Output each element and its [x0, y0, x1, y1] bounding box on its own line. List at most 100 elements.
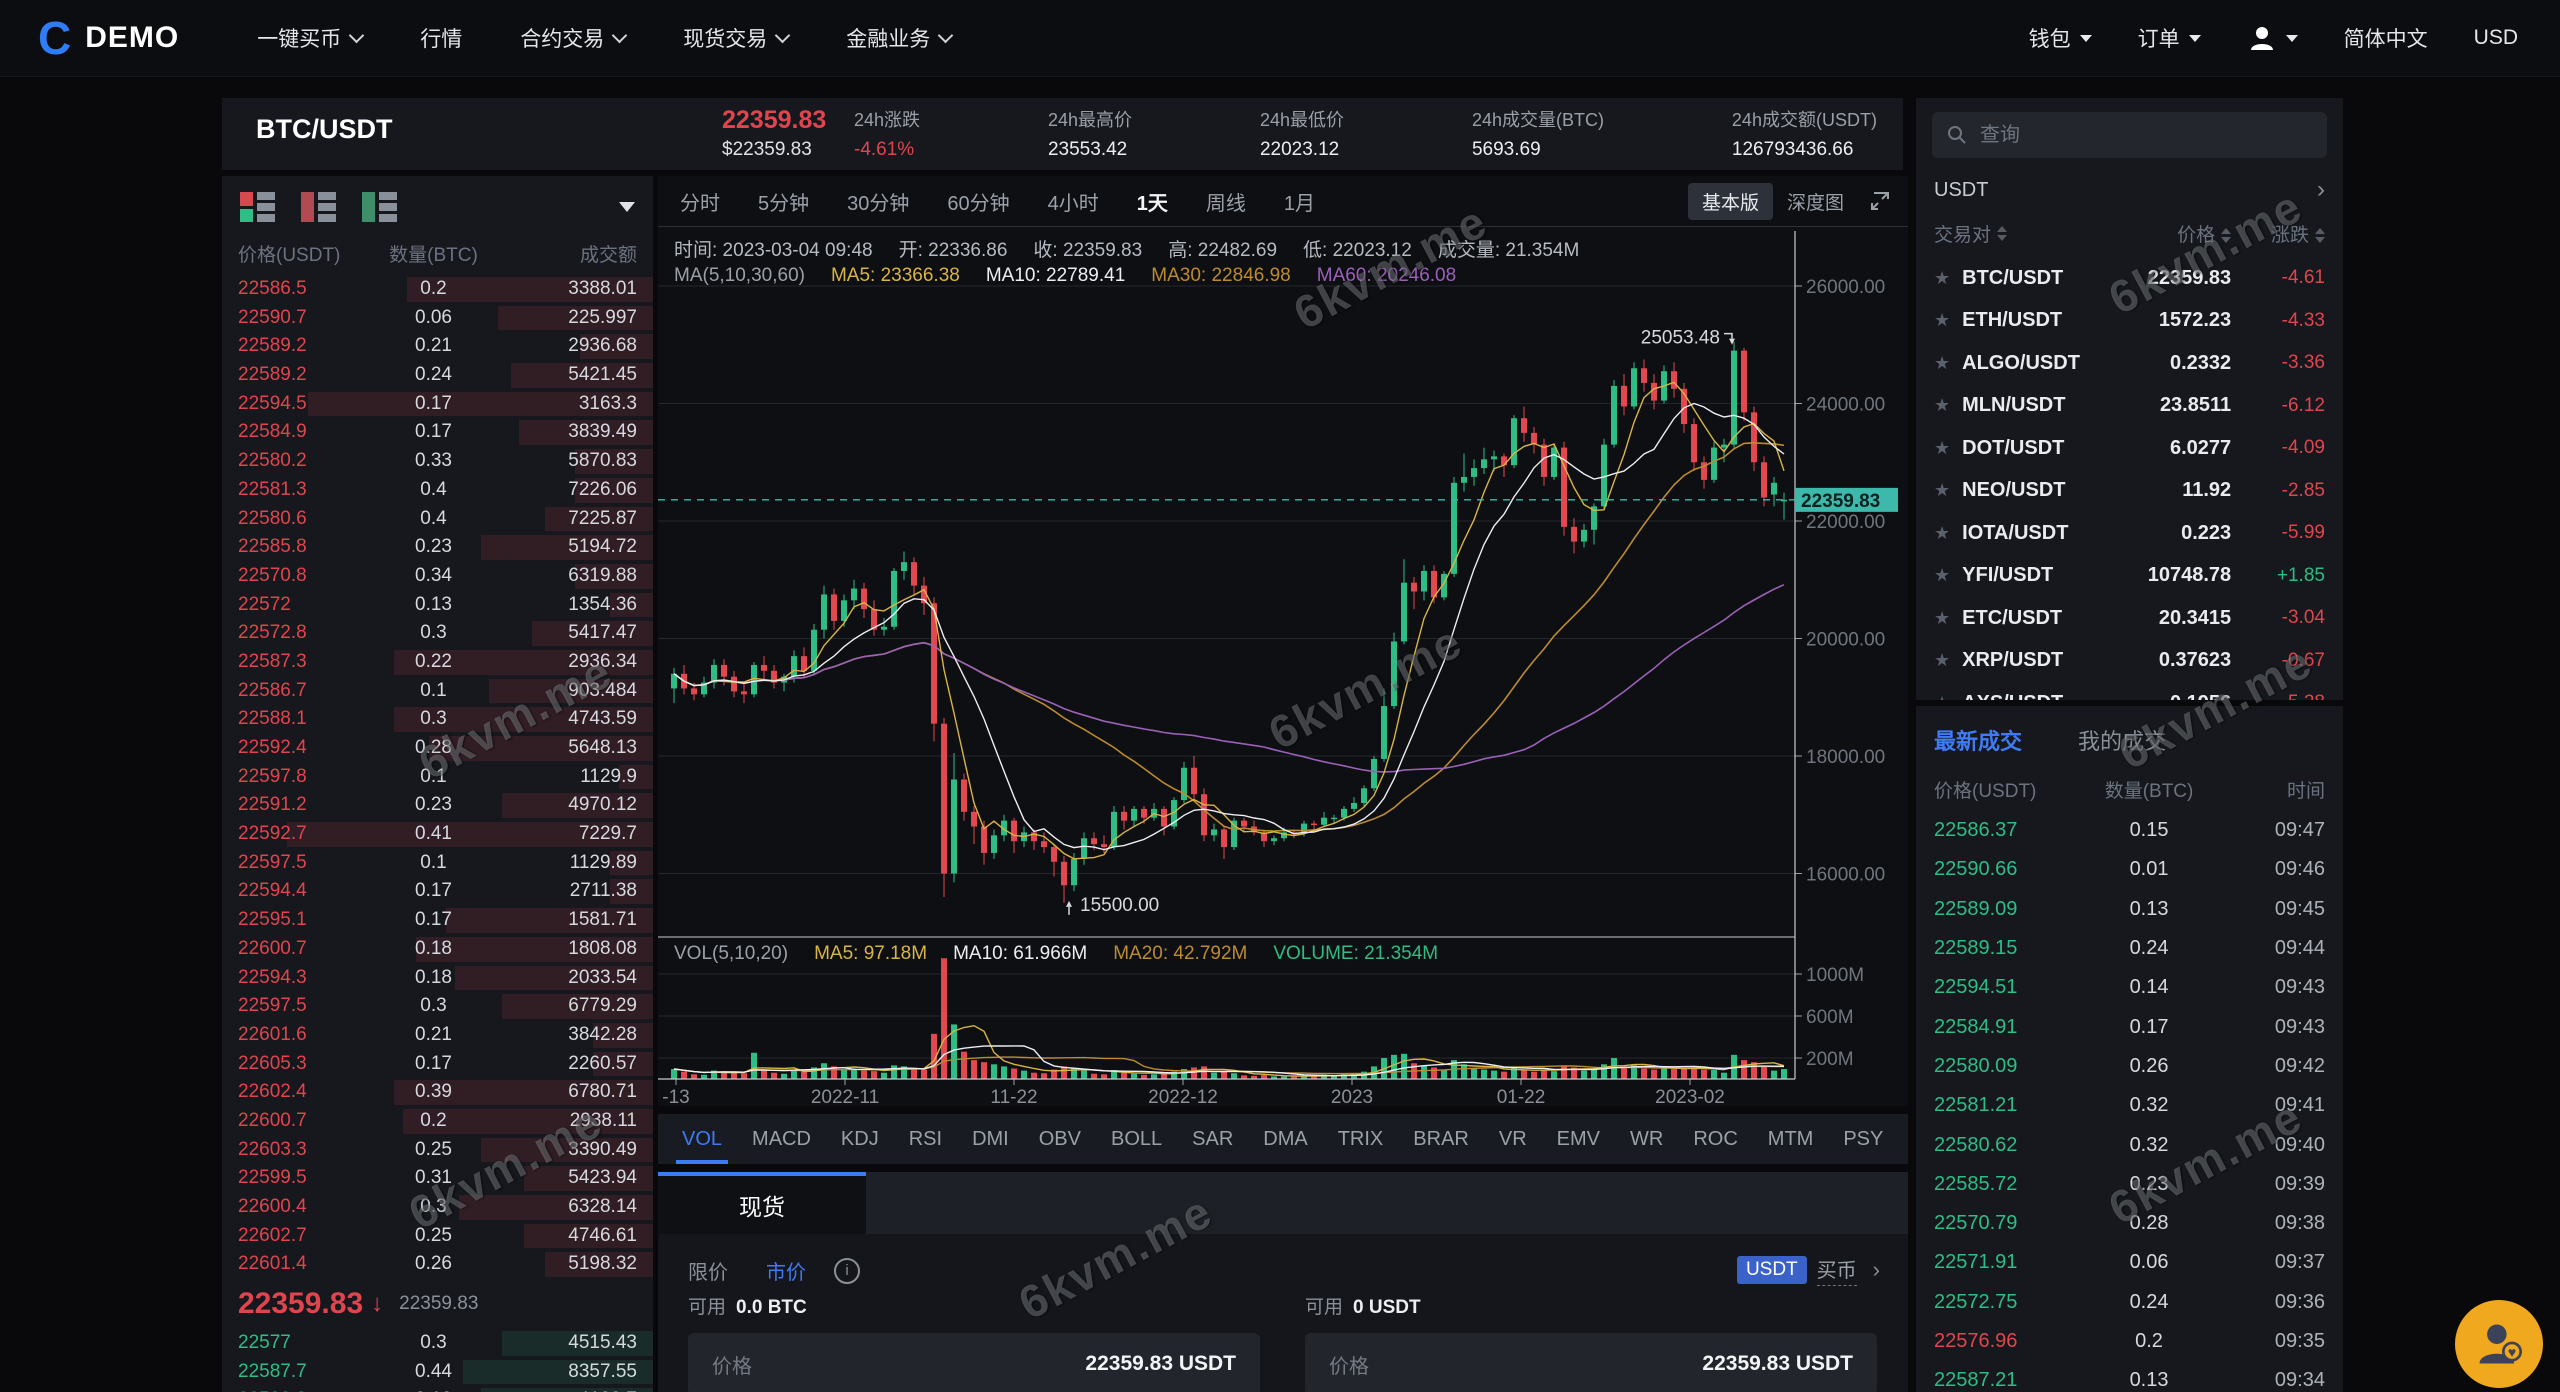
nav-item-1[interactable]: 行情 [420, 23, 462, 53]
timeframe-tab[interactable]: 周线 [1206, 187, 1246, 216]
favorite-star-icon[interactable]: ★ [1934, 608, 1950, 629]
orderbook-ask-row[interactable]: 22581.30.47226.06 [222, 476, 653, 505]
col-change[interactable]: 涨跌 [2231, 220, 2325, 247]
indicator-tab-dma[interactable]: DMA [1263, 1114, 1307, 1164]
indicator-tab-roc[interactable]: ROC [1693, 1114, 1737, 1164]
timeframe-tab[interactable]: 分时 [680, 187, 720, 216]
favorite-star-icon[interactable]: ★ [1934, 395, 1950, 416]
favorite-star-icon[interactable]: ★ [1934, 268, 1950, 289]
indicator-tab-dmi[interactable]: DMI [972, 1114, 1009, 1164]
orderbook-ask-row[interactable]: 22600.70.22938.11 [222, 1107, 653, 1136]
indicator-tab-psy[interactable]: PSY [1843, 1114, 1883, 1164]
orderbook-ask-row[interactable]: 22580.60.47225.87 [222, 505, 653, 534]
favorite-star-icon[interactable]: ★ [1934, 565, 1950, 586]
tab-latest-trades[interactable]: 最新成交 [1934, 724, 2022, 756]
orderbook-ask-row[interactable]: 22585.80.235194.72 [222, 533, 653, 562]
indicator-tab-sar[interactable]: SAR [1192, 1114, 1233, 1164]
orderbook-ask-row[interactable]: 22601.60.213842.28 [222, 1021, 653, 1050]
limit-order-tab[interactable]: 限价 [688, 1256, 728, 1285]
indicator-tab-vr[interactable]: VR [1499, 1114, 1527, 1164]
orderbook-ask-row[interactable]: 22600.70.181808.08 [222, 935, 653, 964]
orderbook-ask-row[interactable]: 22589.20.212936.68 [222, 332, 653, 361]
market-order-tab[interactable]: 市价 [766, 1256, 806, 1285]
orderbook-ask-row[interactable]: 22597.50.11129.89 [222, 849, 653, 878]
customer-support-button[interactable]: ♥ [2455, 1300, 2543, 1388]
orderbook-ask-row[interactable]: 22599.50.315423.94 [222, 1164, 653, 1193]
orderbook-ask-row[interactable]: 22594.40.172711.38 [222, 877, 653, 906]
nav-orders[interactable]: 订单 [2138, 23, 2201, 53]
orderbook-ask-row[interactable]: 22597.50.36779.29 [222, 992, 653, 1021]
nav-language[interactable]: 简体中文 [2344, 23, 2428, 53]
nav-item-3[interactable]: 现货交易 [683, 23, 788, 53]
search-input[interactable] [1978, 123, 2302, 148]
nav-item-4[interactable]: 金融业务 [846, 23, 951, 53]
favorite-star-icon[interactable]: ★ [1934, 438, 1950, 459]
col-pair[interactable]: 交易对 [1934, 220, 2106, 247]
nav-item-2[interactable]: 合约交易 [520, 23, 625, 53]
orderbook-ask-row[interactable]: 22602.40.396780.71 [222, 1078, 653, 1107]
current-price-row[interactable]: 22359.83 ↓ 22359.83 [222, 1279, 653, 1329]
orderbook-bid-row[interactable]: 22587.70.448357.55 [222, 1358, 653, 1387]
orderbook-ask-row[interactable]: 225720.131354.36 [222, 591, 653, 620]
orderbook-ask-row[interactable]: 22601.40.265198.32 [222, 1250, 653, 1279]
orderbook-ask-row[interactable]: 22572.80.35417.47 [222, 619, 653, 648]
nav-wallet[interactable]: 钱包 [2029, 23, 2092, 53]
favorite-star-icon[interactable]: ★ [1934, 480, 1950, 501]
price-input-buy[interactable]: 价格 22359.83 USDT [1305, 1333, 1877, 1392]
pair-row[interactable]: ★IOTA/USDT0.223-5.99 [1916, 512, 2343, 555]
orderbook-ask-row[interactable]: 22602.70.254746.61 [222, 1222, 653, 1251]
info-icon[interactable]: i [834, 1258, 860, 1284]
indicator-tab-brar[interactable]: BRAR [1413, 1114, 1469, 1164]
pair-row[interactable]: ★ETH/USDT1572.23-4.33 [1916, 300, 2343, 343]
orderbook-ask-row[interactable]: 22592.40.285648.13 [222, 734, 653, 763]
tab-spot[interactable]: 现货 [658, 1172, 866, 1234]
orderbook-ask-row[interactable]: 22590.70.06225.997 [222, 304, 653, 333]
tab-my-trades[interactable]: 我的成交 [2078, 724, 2166, 756]
indicator-tab-trix[interactable]: TRIX [1338, 1114, 1384, 1164]
orderbook-ask-row[interactable]: 22591.20.234970.12 [222, 791, 653, 820]
orderbook-bid-row[interactable]: 22592.80.121129.7 [222, 1386, 653, 1392]
search-box[interactable] [1932, 112, 2327, 158]
timeframe-tab[interactable]: 30分钟 [847, 187, 909, 216]
price-input-sell[interactable]: 价格 22359.83 USDT [688, 1333, 1260, 1392]
orderbook-ask-row[interactable]: 22586.50.23388.01 [222, 275, 653, 304]
indicator-tab-vol[interactable]: VOL [682, 1114, 722, 1164]
orderbook-ask-row[interactable]: 22594.50.173163.3 [222, 390, 653, 419]
buy-coin-link[interactable]: 买币 [1817, 1254, 1857, 1286]
indicator-tab-kdj[interactable]: KDJ [841, 1114, 879, 1164]
orderbook-ask-row[interactable]: 22584.90.173839.49 [222, 418, 653, 447]
orderbook-bid-row[interactable]: 225770.34515.43 [222, 1329, 653, 1358]
depth-view-button[interactable]: 深度图 [1773, 183, 1858, 220]
orderbook-ask-row[interactable]: 22586.70.1903.484 [222, 677, 653, 706]
orderbook-ask-row[interactable]: 22605.30.172260.57 [222, 1050, 653, 1079]
depth-view-bids-icon[interactable] [362, 192, 399, 222]
orderbook-ask-row[interactable]: 22570.80.346319.88 [222, 562, 653, 591]
timeframe-tab[interactable]: 60分钟 [947, 187, 1009, 216]
pair-row[interactable]: ★DOT/USDT6.0277-4.09 [1916, 427, 2343, 470]
nav-currency[interactable]: USD [2474, 26, 2518, 50]
pair-row[interactable]: ★ETC/USDT20.3415-3.04 [1916, 597, 2343, 640]
chart-area[interactable]: 26000.0024000.0022000.0020000.0018000.00… [658, 227, 1908, 1107]
indicator-tab-mtm[interactable]: MTM [1768, 1114, 1814, 1164]
orderbook-ask-row[interactable]: 22587.30.222936.34 [222, 648, 653, 677]
basic-view-button[interactable]: 基本版 [1688, 183, 1773, 220]
chevron-right-icon[interactable]: › [1873, 1257, 1880, 1283]
depth-view-asks-icon[interactable] [301, 192, 338, 222]
indicator-tab-obv[interactable]: OBV [1039, 1114, 1081, 1164]
timeframe-tab[interactable]: 5分钟 [758, 187, 809, 216]
orderbook-ask-row[interactable]: 22580.20.335870.83 [222, 447, 653, 476]
pair-row[interactable]: ★ALGO/USDT0.2332-3.36 [1916, 342, 2343, 385]
orderbook-ask-row[interactable]: 22589.20.245421.45 [222, 361, 653, 390]
favorite-star-icon[interactable]: ★ [1934, 353, 1950, 374]
favorite-star-icon[interactable]: ★ [1934, 310, 1950, 331]
pair-row[interactable]: ★XRP/USDT0.37623-0.67 [1916, 640, 2343, 683]
orderbook-ask-row[interactable]: 22588.10.34743.59 [222, 705, 653, 734]
pair-row[interactable]: ★YFI/USDT10748.78+1.85 [1916, 555, 2343, 598]
depth-view-both-icon[interactable] [240, 192, 277, 222]
orderbook-ask-row[interactable]: 22594.30.182033.54 [222, 964, 653, 993]
pair-row[interactable]: ★MLN/USDT23.8511-6.12 [1916, 385, 2343, 428]
favorite-star-icon[interactable]: ★ [1934, 693, 1950, 700]
nav-item-0[interactable]: 一键买币 [257, 23, 362, 53]
col-price[interactable]: 价格 [2106, 220, 2231, 247]
indicator-tab-boll[interactable]: BOLL [1111, 1114, 1162, 1164]
